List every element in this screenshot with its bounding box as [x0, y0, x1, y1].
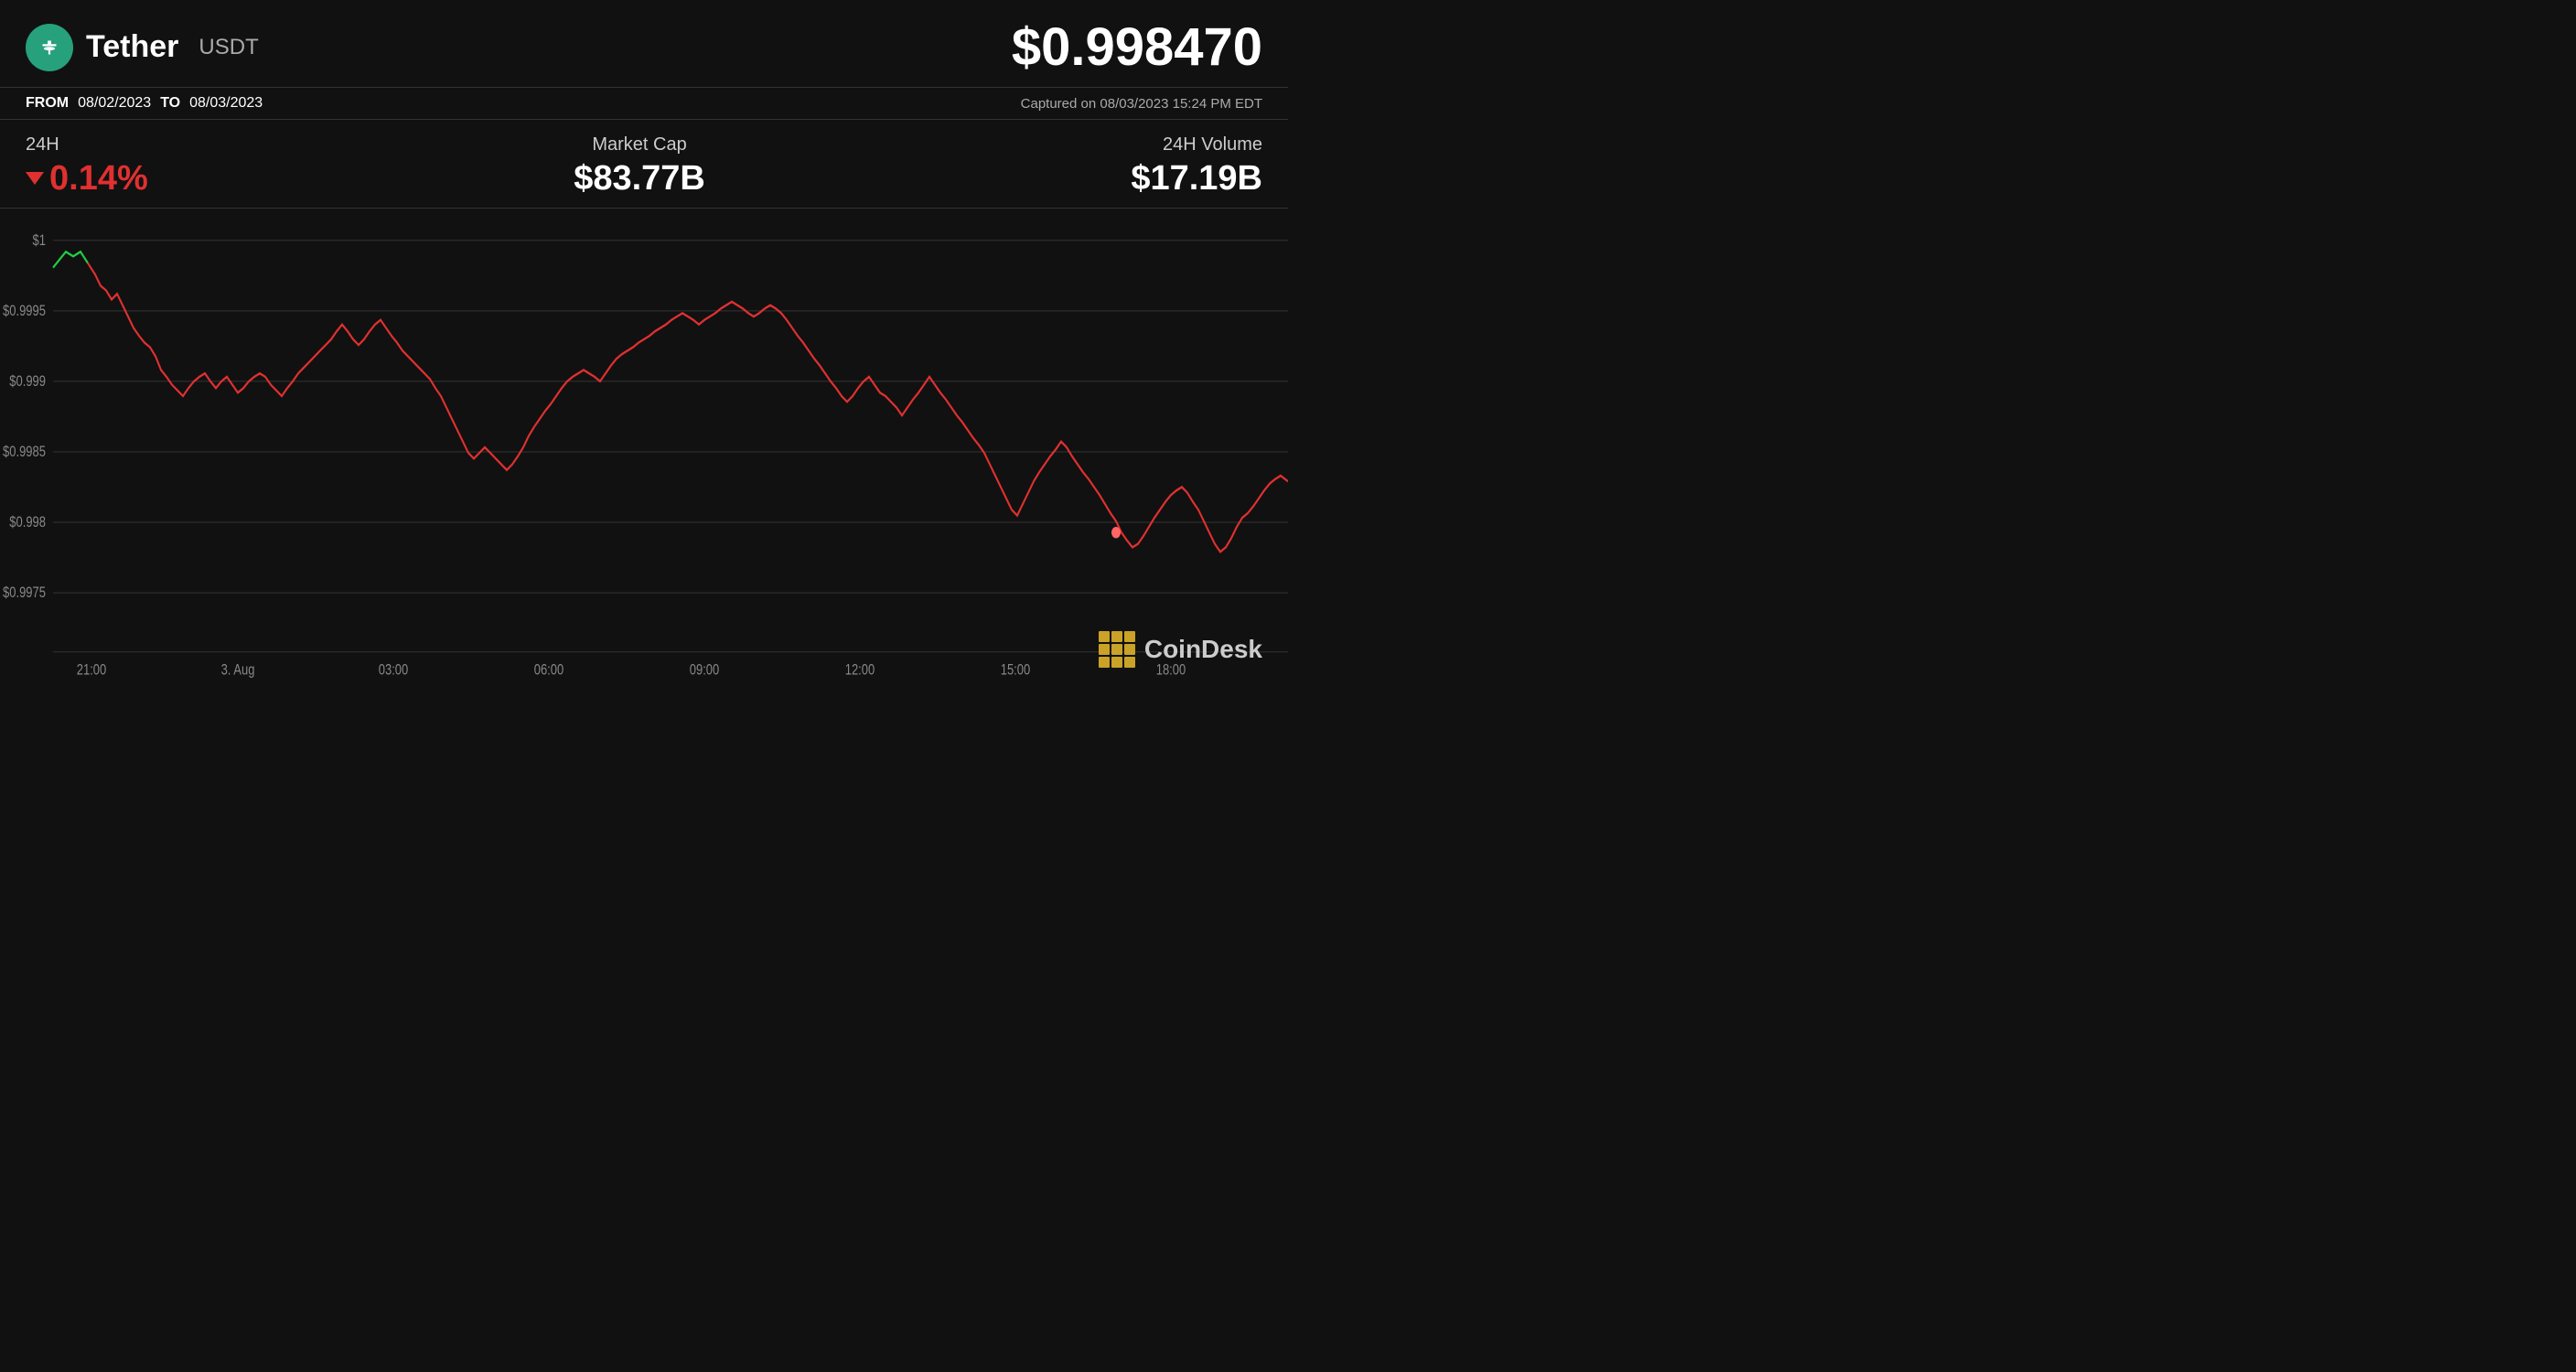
from-label: FROM	[26, 95, 69, 112]
svg-text:06:00: 06:00	[534, 662, 564, 679]
svg-text:$1: $1	[33, 233, 46, 250]
marketcap-value: $83.77B	[574, 159, 705, 198]
stat-marketcap: Market Cap $83.77B	[574, 134, 705, 198]
svg-text:3. Aug: 3. Aug	[221, 662, 255, 679]
svg-text:21:00: 21:00	[77, 662, 107, 679]
svg-text:$0.9985: $0.9985	[3, 445, 46, 461]
svg-text:03:00: 03:00	[379, 662, 409, 679]
date-range: FROM 08/02/2023 TO 08/03/2023	[26, 95, 263, 112]
svg-text:12:00: 12:00	[845, 662, 875, 679]
svg-text:$0.9995: $0.9995	[3, 304, 46, 320]
price-chart: $1 $0.9995 $0.999 $0.9985 $0.998 $0.9975…	[0, 209, 1288, 686]
svg-text:09:00: 09:00	[690, 662, 720, 679]
coin-logo	[26, 24, 73, 71]
header: Tether USDT $0.998470	[0, 0, 1288, 88]
to-label: TO	[160, 95, 180, 112]
marketcap-label: Market Cap	[574, 134, 705, 155]
price-dot	[1111, 527, 1121, 538]
coin-ticker: USDT	[199, 35, 258, 60]
coindesk-text: CoinDesk	[1144, 635, 1262, 664]
coindesk-icon	[1097, 629, 1137, 670]
coin-name: Tether	[86, 29, 178, 65]
svg-text:$0.9975: $0.9975	[3, 585, 46, 602]
current-price: $0.998470	[1012, 16, 1262, 78]
svg-text:$0.998: $0.998	[9, 515, 46, 531]
coin-info: Tether USDT	[26, 24, 259, 71]
volume-value: $17.19B	[1131, 159, 1262, 198]
to-value: 08/03/2023	[189, 95, 263, 112]
chart-area: $1 $0.9995 $0.999 $0.9985 $0.998 $0.9975…	[0, 209, 1288, 686]
from-value: 08/02/2023	[78, 95, 151, 112]
stat-volume: 24H Volume $17.19B	[1131, 134, 1262, 198]
change-label: 24H	[26, 134, 148, 155]
volume-label: 24H Volume	[1131, 134, 1262, 155]
stat-24h-change: 24H 0.14%	[26, 134, 148, 198]
change-value: 0.14%	[26, 159, 148, 198]
svg-text:$0.999: $0.999	[9, 374, 46, 391]
svg-text:15:00: 15:00	[1001, 662, 1031, 679]
main-container: Tether USDT $0.998470 FROM 08/02/2023 TO…	[0, 0, 1288, 686]
date-row: FROM 08/02/2023 TO 08/03/2023 Captured o…	[0, 88, 1288, 120]
coindesk-logo: CoinDesk	[1097, 629, 1262, 670]
stats-row: 24H 0.14% Market Cap $83.77B 24H Volume …	[0, 120, 1288, 209]
captured-text: Captured on 08/03/2023 15:24 PM EDT	[1021, 96, 1262, 112]
arrow-down-icon	[26, 172, 44, 185]
